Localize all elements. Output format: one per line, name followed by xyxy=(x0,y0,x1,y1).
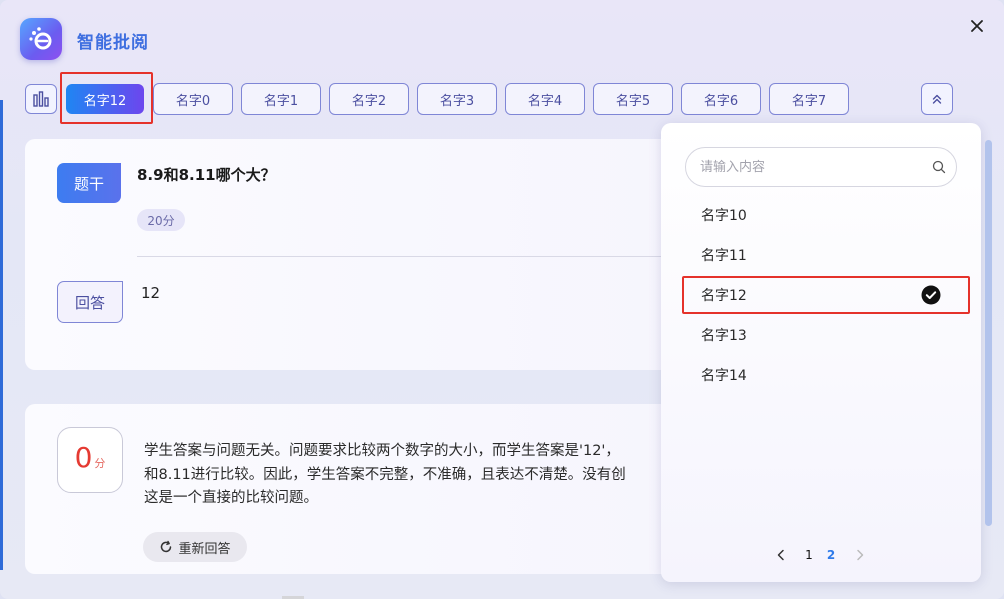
dropdown-item-student-12[interactable]: 名字12 xyxy=(685,277,967,313)
panel-scrollbar[interactable] xyxy=(985,140,992,526)
tab-student-3[interactable]: 名字3 xyxy=(417,83,497,115)
tab-student-1[interactable]: 名字1 xyxy=(241,83,321,115)
grade-unit: 分 xyxy=(94,457,106,470)
pager-page-2[interactable]: 2 xyxy=(824,545,838,565)
tab-student-2[interactable]: 名字2 xyxy=(329,83,409,115)
check-circle-icon xyxy=(921,285,941,305)
pager-next-button[interactable] xyxy=(853,545,867,565)
app-title: 智能批阅 xyxy=(77,33,149,53)
tab-student-0[interactable]: 名字0 xyxy=(153,83,233,115)
answer-label: 回答 xyxy=(57,281,123,323)
grading-explanation: 学生答案与问题无关。问题要求比较两个数字的大小，而学生答案是'12'， 和8.1… xyxy=(144,440,664,511)
close-button[interactable] xyxy=(965,14,989,38)
bar-chart-icon xyxy=(33,91,49,107)
question-text: 8.9和8.11哪个大？ xyxy=(137,166,276,184)
student-search-box xyxy=(685,147,957,187)
dropdown-item-student-10[interactable]: 名字10 xyxy=(685,197,967,233)
stats-button[interactable] xyxy=(25,84,57,114)
pager-prev-button[interactable] xyxy=(774,545,788,565)
tab-student-12[interactable]: 名字12 xyxy=(66,84,144,114)
dropdown-item-student-14[interactable]: 名字14 xyxy=(685,357,967,393)
retry-answer-label: 重新回答 xyxy=(178,541,231,557)
question-score-badge: 20分 xyxy=(137,209,185,231)
chevron-right-icon xyxy=(857,549,864,561)
question-label: 题干 xyxy=(57,163,121,203)
student-search-input[interactable] xyxy=(700,157,920,177)
window-edge-accent xyxy=(0,100,3,570)
explanation-line: 学生答案与问题无关。问题要求比较两个数字的大小，而学生答案是'12'， xyxy=(144,443,620,459)
answer-text: 12 xyxy=(141,284,161,302)
grade-score-box: 0 分 xyxy=(57,427,123,493)
explanation-line: 这是一个直接的比较问题。 xyxy=(144,490,318,506)
dropdown-item-student-13[interactable]: 名字13 xyxy=(685,317,967,353)
pager-page-1[interactable]: 1 xyxy=(802,545,816,565)
double-chevron-up-icon xyxy=(932,94,942,104)
tab-student-6[interactable]: 名字6 xyxy=(681,83,761,115)
collapse-button[interactable] xyxy=(921,83,953,115)
explanation-line: 和8.11进行比较。因此，学生答案不完整，不准确，且表达不清楚。没有创 xyxy=(144,466,626,483)
dropdown-item-label: 名字12 xyxy=(701,288,747,304)
logo-icon xyxy=(29,27,52,50)
app-logo xyxy=(20,18,62,60)
search-icon[interactable] xyxy=(932,160,946,174)
grade-score: 0 xyxy=(74,441,93,474)
close-icon xyxy=(971,20,983,32)
dropdown-item-student-11[interactable]: 名字11 xyxy=(685,237,967,273)
retry-answer-button[interactable]: 重新回答 xyxy=(143,532,247,562)
tab-student-7[interactable]: 名字7 xyxy=(769,83,849,115)
tab-student-5[interactable]: 名字5 xyxy=(593,83,673,115)
refresh-icon xyxy=(161,540,172,553)
chevron-left-icon xyxy=(777,549,784,561)
tab-student-4[interactable]: 名字4 xyxy=(505,83,585,115)
card-divider xyxy=(137,256,705,257)
app-window: 智能批阅 名字12 名字0 名字1 名字2 名字3 名字4 名字5 名字6 名字… xyxy=(0,0,1004,599)
question-card xyxy=(25,139,705,370)
